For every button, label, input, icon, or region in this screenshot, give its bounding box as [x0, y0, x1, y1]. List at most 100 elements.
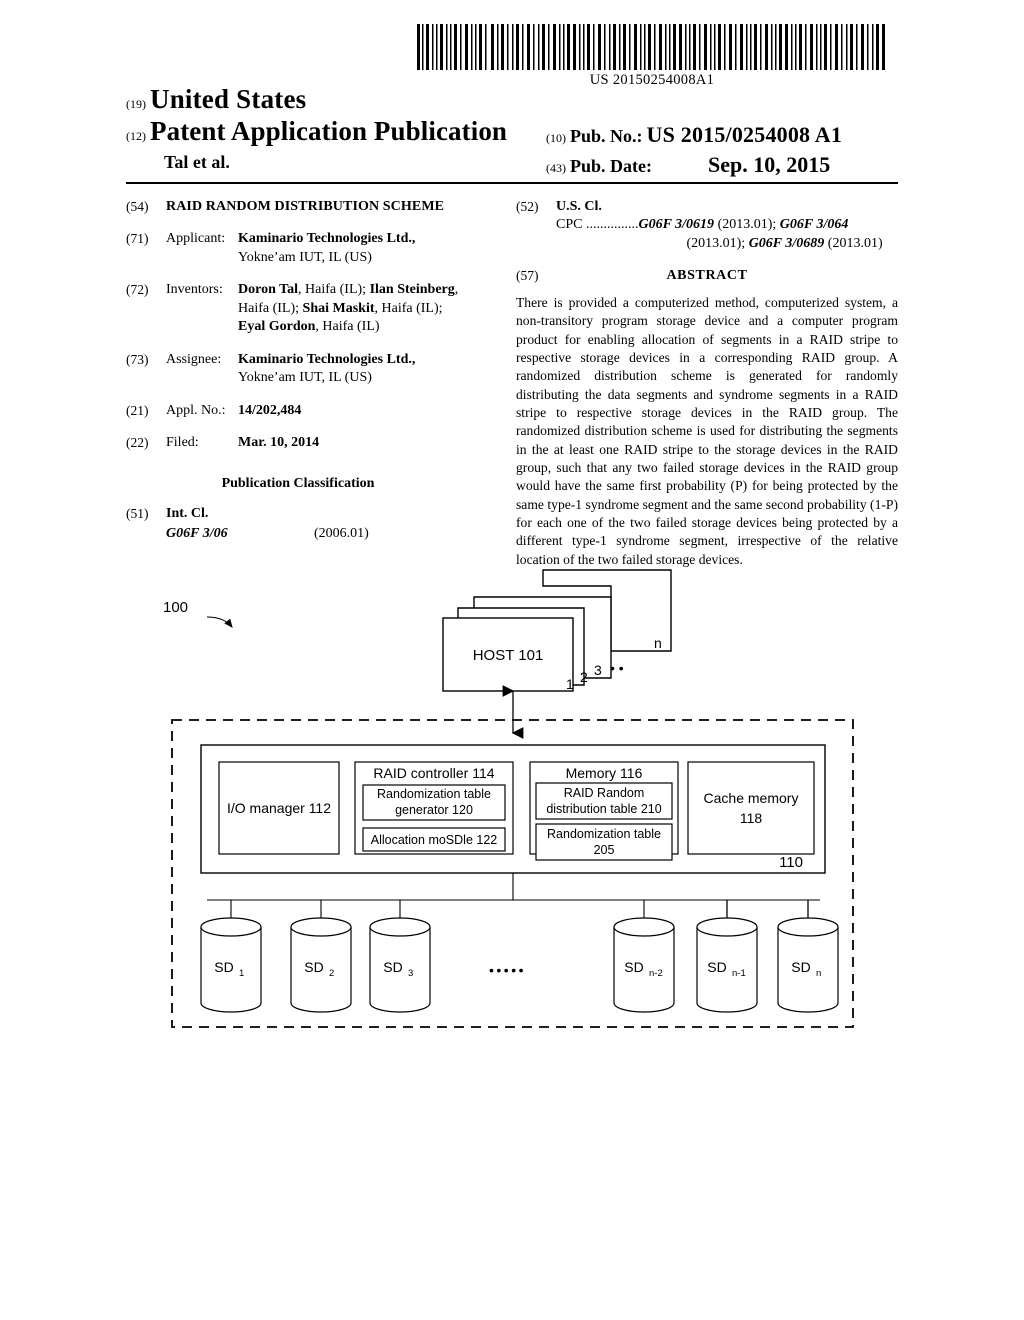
- int-cl-version: (2006.01): [314, 525, 369, 541]
- int-cl-class: G06F 3/06: [166, 525, 228, 541]
- randomization-generator-label-line1: Randomization table: [377, 787, 491, 801]
- cpc-code-3: G06F 3/0689: [748, 235, 825, 251]
- sd1-subscript: 1: [239, 968, 244, 979]
- pub-date-code: (43): [546, 161, 566, 175]
- storage-device-n-1[interactable]: SD n-1: [696, 900, 758, 1013]
- host-index-n: n: [654, 635, 662, 651]
- cpc-ver-2: (2013.01);: [686, 235, 749, 251]
- cache-memory-label-line1: Cache memory: [704, 790, 799, 806]
- assignee-address: Yokne’am IUT, IL (US): [238, 370, 372, 386]
- cpc-ver-1: (2013.01);: [714, 217, 780, 233]
- host-label: HOST 101: [473, 647, 544, 664]
- abstract-text: There is provided a computerized method,…: [516, 294, 898, 567]
- field-code-22: (22): [126, 435, 149, 451]
- abstract-heading: (57) ABSTRACT: [516, 267, 898, 285]
- field-title: (54) RAID RANDOM DISTRIBUTION SCHEME: [126, 198, 496, 216]
- author-line: Tal et al.: [164, 152, 230, 172]
- system-ref-pointer: [206, 616, 233, 628]
- field-code-72: (72): [126, 282, 149, 298]
- sdn1-top: [696, 917, 758, 937]
- io-manager-label: I/O manager 112: [227, 800, 331, 816]
- doc-type-line: (12) Patent Application Publication: [126, 116, 507, 147]
- inventors-label: Inventors:: [166, 282, 223, 298]
- cpc-code-2: G06F 3/064: [779, 217, 849, 233]
- sd3-top: [369, 917, 431, 937]
- appl-no-label: Appl. No.:: [166, 402, 226, 418]
- inventor-3-loc: , Haifa (IL);: [374, 300, 443, 316]
- applicant-address: Yokne’am IUT, IL (US): [238, 249, 372, 265]
- inventors-value: Doron Tal, Haifa (IL); Ilan Steinberg, H…: [238, 281, 496, 336]
- sdn1-label: SD: [707, 959, 726, 975]
- cpc-label: CPC ...............: [556, 217, 639, 233]
- field-appl-no: (21) Appl. No.: 14/202,484: [126, 402, 496, 420]
- inventor-1-name: Doron Tal: [238, 282, 299, 298]
- storage-device-n-2[interactable]: SD n-2: [613, 900, 675, 1013]
- sd2-top: [290, 917, 352, 937]
- host-stack-ellipsis: • •: [610, 660, 624, 676]
- pub-date-value: Sep. 10, 2015: [708, 152, 831, 177]
- host-index-3: 3: [594, 662, 602, 678]
- filed-date: Mar. 10, 2014: [238, 435, 320, 451]
- applicant-name: Kaminario Technologies Ltd.,: [238, 231, 416, 247]
- us-cl-value: U.S. Cl. CPC ............... G06F 3/0619…: [556, 198, 898, 253]
- barcode-area: US 20150254008A1: [417, 24, 887, 89]
- devices-ellipsis: •••••: [489, 962, 526, 978]
- bibliographic-left-column: (54) RAID RANDOM DISTRIBUTION SCHEME (71…: [126, 198, 496, 557]
- sdn-top: [777, 917, 839, 937]
- field-code-54: (54): [126, 199, 149, 214]
- field-code-57: (57): [516, 268, 539, 284]
- sdn1-body: [696, 927, 758, 1013]
- sd2-subscript: 2: [329, 968, 334, 979]
- inventor-2-name: Ilan Steinberg: [369, 282, 455, 298]
- cpc-ver-3: (2013.01): [824, 235, 883, 251]
- cpc-entry: CPC ............... G06F 3/0619 (2013.01…: [556, 216, 898, 253]
- sdn2-top: [613, 917, 675, 937]
- sdn2-subscript: n-2: [649, 968, 663, 979]
- field-inventors: (72) Inventors: Doron Tal, Haifa (IL); I…: [126, 281, 496, 336]
- filed-value: Mar. 10, 2014: [238, 434, 496, 452]
- inventor-3-name: Shai Maskit: [302, 300, 375, 316]
- host-index-1: 1: [566, 676, 574, 692]
- inventor-4-loc: , Haifa (IL): [315, 319, 380, 335]
- field-code-52: (52): [516, 199, 539, 214]
- host-index-2: 2: [580, 669, 588, 685]
- field-us-cl: (52) U.S. Cl. CPC ............... G06F 3…: [516, 198, 898, 253]
- randomization-generator-label-line2: generator 120: [395, 803, 473, 817]
- storage-device-3[interactable]: SD 3: [369, 900, 431, 1013]
- field-code-71: (71): [126, 231, 149, 247]
- country-name: United States: [150, 84, 307, 114]
- storage-device-2[interactable]: SD 2: [290, 900, 352, 1013]
- applicant-label: Applicant:: [166, 231, 226, 247]
- cpc-code-1: G06F 3/0619: [638, 217, 715, 233]
- sdn1-subscript: n-1: [732, 968, 746, 979]
- field-applicant: (71) Applicant: Kaminario Technologies L…: [126, 230, 496, 267]
- masthead: (19) United States (12) Patent Applicati…: [126, 84, 898, 177]
- inventor-4-name: Eyal Gordon: [238, 319, 316, 335]
- int-cl-value: Int. Cl. G06F 3/06 (2006.01): [166, 505, 496, 543]
- cache-memory-label-line2: 118: [740, 810, 763, 826]
- appl-no-number: 14/202,484: [238, 402, 302, 418]
- storage-device-1[interactable]: SD 1: [200, 900, 262, 1013]
- sd1-label: SD: [214, 959, 233, 975]
- sd3-subscript: 3: [408, 968, 413, 979]
- figure-1-system-diagram: 100 HOST 101 1 2 3 n • • 110 I/O manager…: [0, 555, 1024, 1055]
- field-code-21: (21): [126, 402, 149, 418]
- assignee-name: Kaminario Technologies Ltd.,: [238, 351, 416, 367]
- field-code-73: (73): [126, 351, 149, 367]
- doc-type-code: (12): [126, 129, 146, 143]
- storage-device-n[interactable]: SD n: [777, 900, 839, 1013]
- raid-controller-label: RAID controller 114: [373, 765, 494, 781]
- cache-memory-box[interactable]: [687, 761, 815, 855]
- country-code: (19): [126, 97, 146, 111]
- inventor-2-sep: ,: [454, 282, 459, 298]
- field-int-cl: (51) Int. Cl. G06F 3/06 (2006.01): [126, 505, 496, 543]
- abstract-title: ABSTRACT: [666, 268, 748, 284]
- appl-no-value: 14/202,484: [238, 402, 496, 420]
- field-assignee: (73) Assignee: Kaminario Technologies Lt…: [126, 351, 496, 388]
- sdn2-label: SD: [624, 959, 643, 975]
- field-filed: (22) Filed: Mar. 10, 2014: [126, 434, 496, 452]
- sdn2-body: [613, 927, 675, 1013]
- inventor-1-loc: , Haifa (IL);: [298, 282, 370, 298]
- assignee-label: Assignee:: [166, 351, 222, 367]
- bibliographic-right-column: (52) U.S. Cl. CPC ............... G06F 3…: [516, 198, 898, 569]
